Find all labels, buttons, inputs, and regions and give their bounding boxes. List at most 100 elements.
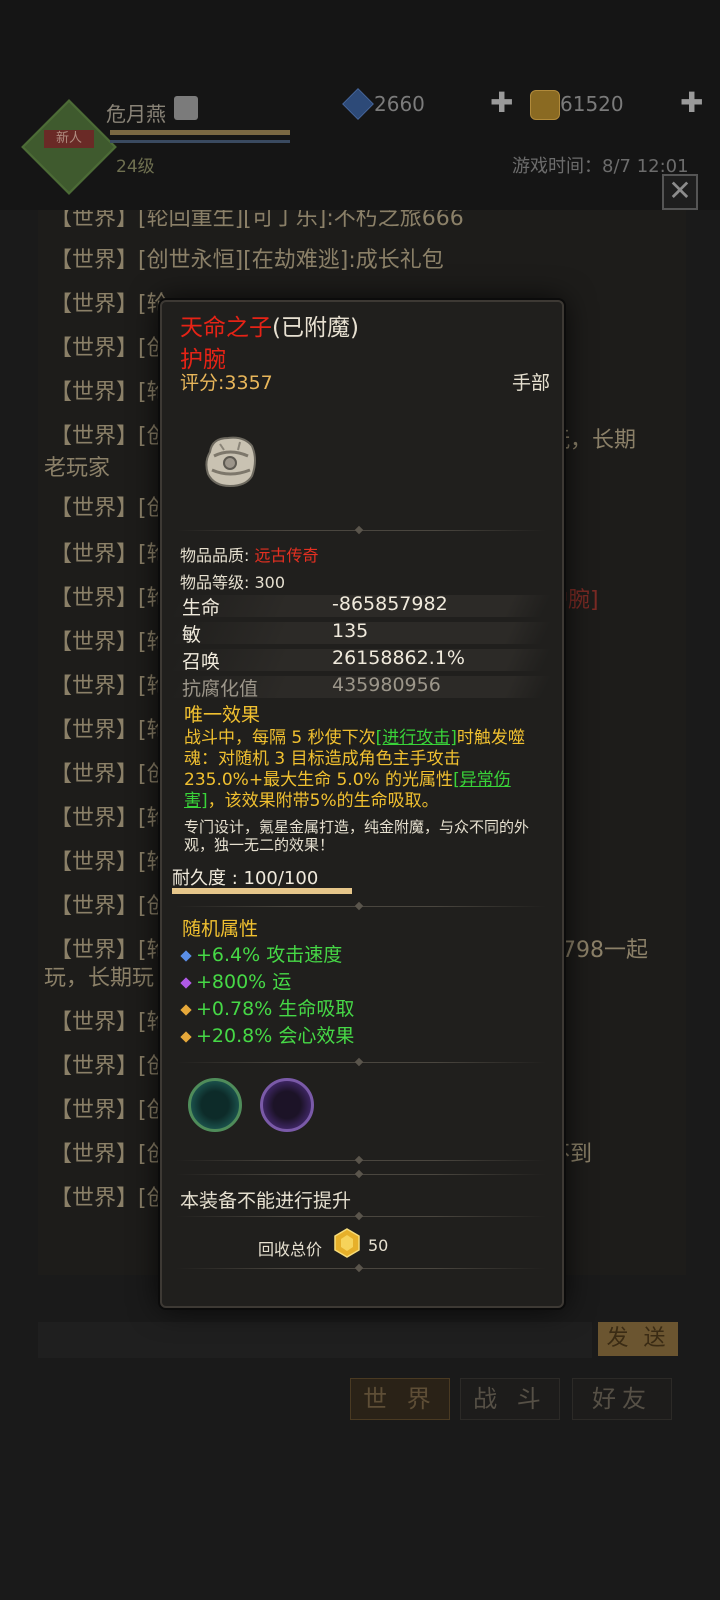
mana-bar: [110, 140, 290, 143]
enchant-status: (已附魔): [272, 315, 359, 341]
unique-text-part: ，该效果附带5%的生命吸取。: [207, 791, 439, 811]
tab-world[interactable]: 世 界: [350, 1378, 450, 1420]
divider: [176, 1211, 546, 1221]
item-quality: 物品品质: 远古传奇: [180, 542, 319, 566]
player-name: 危月燕: [106, 102, 166, 126]
chat-channel-tag: 【世界】: [50, 248, 139, 273]
divider: [176, 1263, 546, 1273]
item-level: 物品等级: 300: [180, 573, 286, 592]
chat-message[interactable]: 【世界】[轮: [50, 844, 169, 876]
chat-message[interactable]: 【世界】[创: [50, 490, 169, 522]
tab-battle[interactable]: 战 斗: [460, 1378, 560, 1420]
chat-message[interactable]: 【世界】[创: [50, 1180, 169, 1212]
player-level: 24级: [116, 157, 155, 177]
chat-message[interactable]: 【世界】[轮: [50, 624, 169, 656]
chat-message[interactable]: 【世界】[轮: [50, 374, 169, 406]
stat-value: -865857982: [332, 593, 448, 615]
divider: [176, 1155, 546, 1165]
chat-message[interactable]: 【世界】[轮: [50, 286, 169, 318]
send-button[interactable]: 发 送: [598, 1322, 678, 1356]
item-score: 评分:3357: [180, 372, 273, 394]
durability-bar: [172, 888, 352, 894]
tab-friends[interactable]: 好友: [572, 1378, 672, 1420]
unique-effect-text: 战斗中，每隔 5 秒使下次[进行攻击]时触发噬魂：对随机 3 目标造成角色主手攻…: [184, 728, 544, 812]
stat-name: 召唤: [182, 651, 221, 673]
unique-effect-title: 唯一效果: [184, 704, 261, 726]
player-tag: 新人: [44, 130, 94, 148]
stat-name: 生命: [182, 597, 221, 619]
gold-icon: [530, 90, 560, 120]
attr-text: +6.4% 攻击速度: [196, 944, 343, 966]
gold-crystal-icon: [334, 1228, 360, 1258]
chat-message[interactable]: 【世界】[轮: [50, 712, 169, 744]
no-upgrade-text: 本装备不能进行提升: [180, 1190, 352, 1212]
stat-name: 抗腐化值: [182, 678, 259, 700]
divider: [176, 525, 546, 535]
chat-message[interactable]: 【世界】[创: [50, 888, 169, 920]
durability-label: 耐久度 : 100/100: [172, 868, 319, 889]
chat-message[interactable]: 【世界】[创: [50, 1092, 169, 1124]
item-name: 天命之子(已附魔): [180, 308, 359, 342]
chat-channel-tag: 【世界】: [50, 718, 139, 743]
random-attrs-title: 随机属性: [182, 918, 259, 940]
chat-message[interactable]: 【世界】[轮: [50, 536, 169, 568]
quality-value: 远古传奇: [254, 546, 319, 565]
chat-channel-tag: 【世界】: [50, 1010, 139, 1035]
quality-label: 物品品质:: [180, 546, 255, 565]
chat-message[interactable]: 【世界】[创: [50, 330, 169, 362]
attr-bullet-icon: [180, 949, 192, 962]
random-attr: +20.8% 会心效果: [180, 1021, 354, 1048]
chat-channel-tag: 【世界】: [50, 938, 139, 963]
chat-message[interactable]: 【世界】[轮: [50, 932, 169, 964]
chat-message-text: [创世永恒][在劫难逃]:成长礼包: [138, 248, 444, 273]
gem-socket[interactable]: [260, 1078, 314, 1132]
chat-input[interactable]: [38, 1322, 592, 1358]
chat-message[interactable]: 【世界】[轮: [50, 580, 169, 612]
attr-bullet-icon: [180, 976, 192, 989]
close-button[interactable]: ✕: [662, 174, 698, 210]
bracer-icon: [205, 436, 256, 488]
item-name-text: 天命之子: [180, 315, 272, 341]
item-tooltip: 天命之子(已附魔) 护腕 评分:3357 手部 物品品质: 远古传奇 物品等级:…: [160, 300, 564, 1308]
chat-message[interactable]: 【世界】[创: [50, 1048, 169, 1080]
stat-value: 135: [332, 620, 369, 642]
add-gem-button[interactable]: ✚: [490, 86, 513, 119]
chat-channel-tag: 【世界】: [50, 1054, 139, 1079]
add-gold-button[interactable]: ✚: [680, 86, 703, 119]
unique-text-part: 战斗中，每隔 5 秒使下次: [184, 728, 376, 748]
chat-message[interactable]: 【世界】[轮: [50, 800, 169, 832]
attr-text: +0.78% 生命吸取: [196, 998, 355, 1020]
chat-message[interactable]: 【世界】[轮: [50, 668, 169, 700]
chat-wrap-line: 老玩家: [44, 456, 111, 481]
chat-channel-tag: 【世界】: [50, 542, 139, 567]
stat-name: 敏: [182, 624, 202, 646]
chat-message[interactable]: 【世界】[创: [50, 418, 169, 450]
divider: [176, 1169, 546, 1179]
chat-channel-tag: 【世界】: [50, 496, 139, 521]
chat-channel-tag: 【世界】: [50, 762, 139, 787]
gem-count: 2660: [374, 92, 425, 116]
stat-row: 生命 -865857982: [168, 593, 552, 619]
edit-name-icon[interactable]: [174, 96, 198, 120]
durability-fill: [172, 888, 352, 894]
random-attr: +0.78% 生命吸取: [180, 994, 355, 1021]
chat-message[interactable]: 【世界】[轮回重生][可丁乐]:不朽之旅666: [50, 210, 464, 232]
chat-channel-tag: 【世界】: [50, 850, 139, 875]
chat-message-text: [轮回重生][可丁乐]:不朽之旅666: [138, 210, 464, 231]
item-slot: 手部: [511, 372, 550, 394]
gold-count: 61520: [560, 92, 624, 116]
chat-channel-tag: 【世界】: [50, 336, 139, 361]
gem-socket[interactable]: [188, 1078, 242, 1132]
attr-bullet-icon: [180, 1030, 192, 1043]
chat-channel-tag: 【世界】: [50, 806, 139, 831]
stat-value: 26158862.1%: [332, 647, 465, 669]
chat-message[interactable]: 【世界】[创: [50, 756, 169, 788]
attr-text: +800% 运: [196, 971, 292, 993]
chat-message[interactable]: 【世界】[创世永恒][在劫难逃]:成长礼包: [50, 242, 444, 274]
stat-row: 抗腐化值 435980956: [168, 674, 552, 700]
chat-message[interactable]: 【世界】[创: [50, 1136, 169, 1168]
chat-message[interactable]: 【世界】[轮: [50, 1004, 169, 1036]
attack-link[interactable]: [进行攻击]: [376, 728, 457, 748]
stat-value: 435980956: [332, 674, 441, 696]
stat-row: 召唤 26158862.1%: [168, 647, 552, 673]
